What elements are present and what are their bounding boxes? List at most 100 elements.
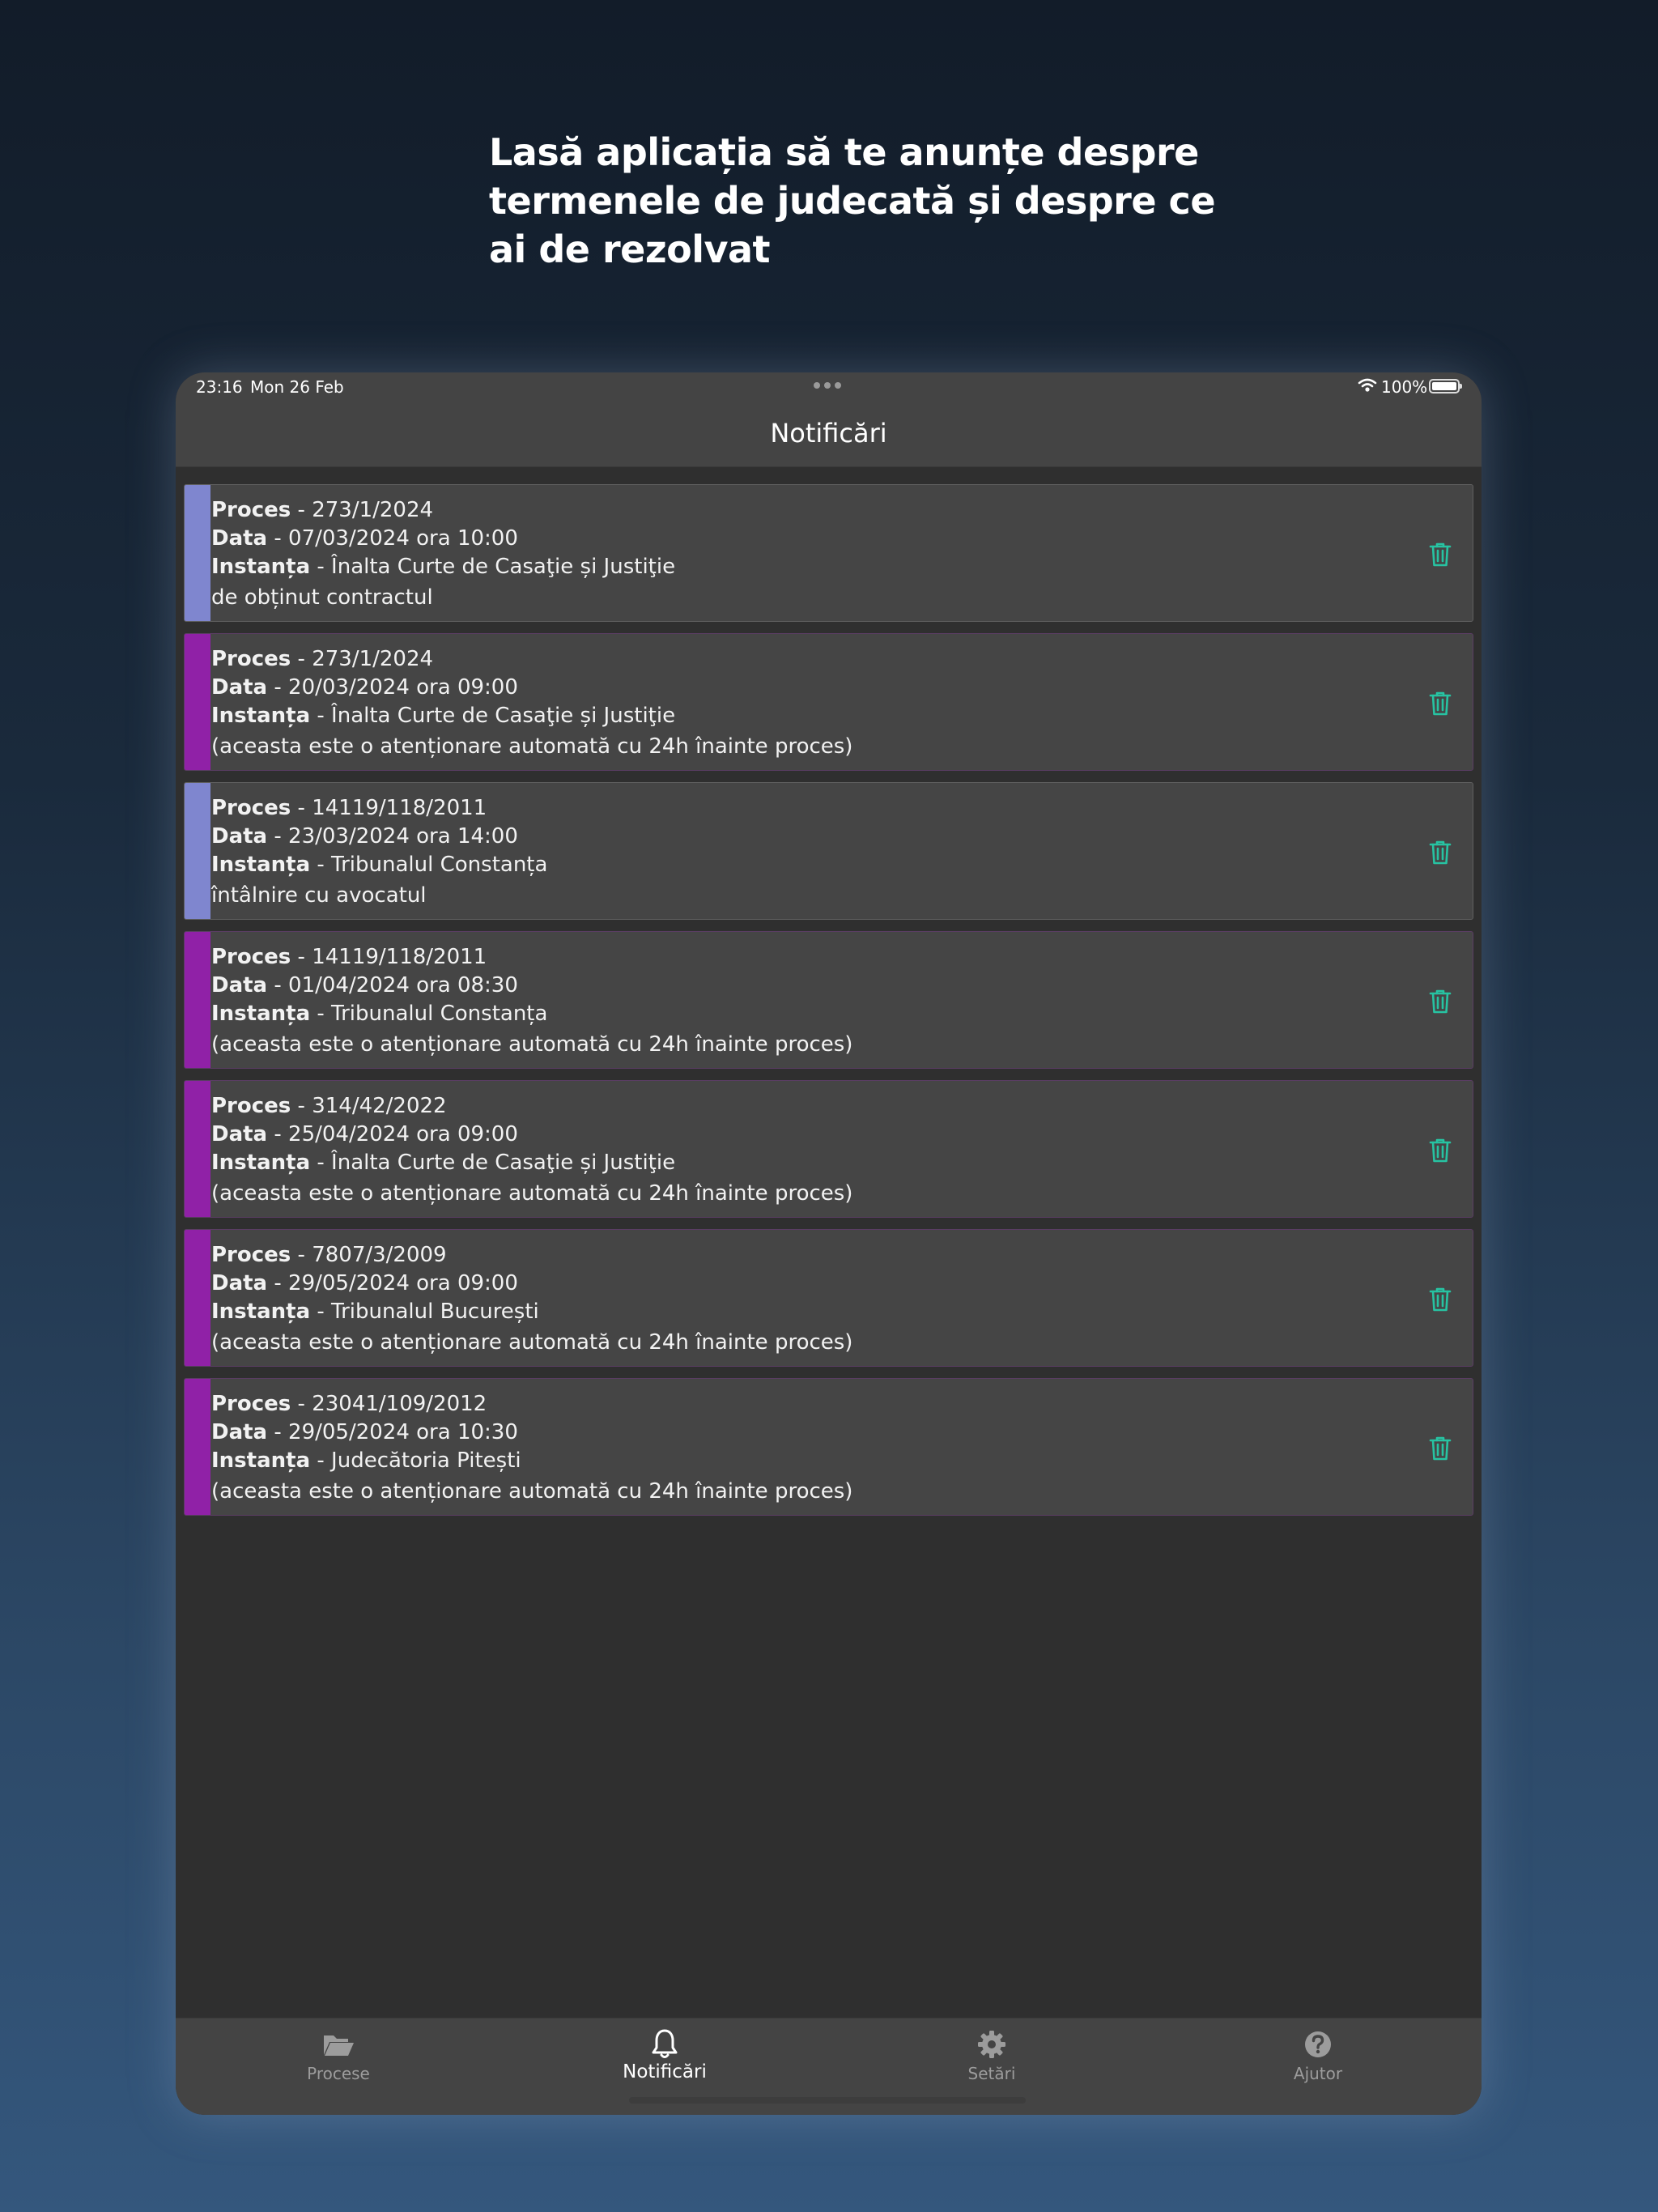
trash-icon[interactable] <box>1429 1436 1452 1461</box>
tab-label: Notificări <box>623 2061 707 2082</box>
notification-list: Proces - 273/1/2024 Data - 07/03/2024 or… <box>184 484 1473 1527</box>
court-name: Înalta Curte de Casaţie și Justiţie <box>331 1151 676 1175</box>
proces-line: Proces - 273/1/2024 <box>211 498 434 522</box>
trash-icon[interactable] <box>1429 1287 1452 1312</box>
notification-type-stripe <box>185 1081 210 1217</box>
proces-number: 314/42/2022 <box>312 1094 447 1118</box>
notification-note: (aceasta este o atenționare automată cu … <box>211 1181 853 1206</box>
data-label: Data <box>211 824 268 849</box>
notification-details: Proces - 273/1/2024 Data - 07/03/2024 or… <box>211 496 675 612</box>
data-label: Data <box>211 526 268 551</box>
bell-icon <box>652 2029 678 2058</box>
folder-icon <box>324 2035 354 2056</box>
proces-label: Proces <box>211 945 291 969</box>
notification-card[interactable]: Proces - 273/1/2024 Data - 20/03/2024 or… <box>184 633 1473 771</box>
proces-line: Proces - 14119/118/2011 <box>211 796 487 820</box>
data-line: Data - 20/03/2024 ora 09:00 <box>211 675 518 700</box>
notification-card[interactable]: Proces - 23041/109/2012 Data - 29/05/202… <box>184 1378 1473 1516</box>
notification-note: (aceasta este o atenționare automată cu … <box>211 1330 853 1355</box>
proces-number: 7807/3/2009 <box>312 1243 447 1267</box>
page-title: Notificări <box>770 418 887 449</box>
instanta-line: Instanța - Înalta Curte de Casaţie și Ju… <box>211 1151 676 1175</box>
headline-line: termenele de judecată și despre ce <box>489 179 1216 223</box>
hearing-date: 20/03/2024 ora 09:00 <box>288 675 518 700</box>
proces-line: Proces - 14119/118/2011 <box>211 945 487 969</box>
notification-type-stripe <box>185 1379 210 1515</box>
notification-type-stripe <box>185 634 210 770</box>
proces-label: Proces <box>211 1243 291 1267</box>
instanta-line: Instanța - Înalta Curte de Casaţie și Ju… <box>211 704 676 728</box>
instanta-label: Instanța <box>211 704 311 728</box>
tab-notificari[interactable]: Notificări <box>584 2018 746 2108</box>
instanta-label: Instanța <box>211 1300 311 1324</box>
tab-ajutor[interactable]: Ajutor <box>1237 2018 1399 2108</box>
battery-icon <box>1429 379 1462 393</box>
instanta-label: Instanța <box>211 1002 311 1026</box>
hearing-date: 07/03/2024 ora 10:00 <box>288 526 518 551</box>
notification-card[interactable]: Proces - 14119/118/2011 Data - 23/03/202… <box>184 782 1473 920</box>
trash-icon[interactable] <box>1429 989 1452 1015</box>
court-name: Înalta Curte de Casaţie și Justiţie <box>331 704 676 728</box>
proces-number: 23041/109/2012 <box>312 1392 487 1416</box>
notification-card[interactable]: Proces - 14119/118/2011 Data - 01/04/202… <box>184 931 1473 1069</box>
multitasking-dots-icon[interactable] <box>814 382 841 389</box>
instanta-label: Instanța <box>211 1448 311 1473</box>
headline-line: Lasă aplicația să te anunțe despre <box>489 130 1199 174</box>
proces-line: Proces - 23041/109/2012 <box>211 1392 487 1416</box>
instanta-label: Instanța <box>211 555 311 579</box>
data-line: Data - 29/05/2024 ora 09:00 <box>211 1271 518 1295</box>
data-label: Data <box>211 1271 268 1295</box>
data-line: Data - 07/03/2024 ora 10:00 <box>211 526 518 551</box>
proces-number: 273/1/2024 <box>312 647 434 671</box>
proces-label: Proces <box>211 1094 291 1118</box>
notification-details: Proces - 7807/3/2009 Data - 29/05/2024 o… <box>211 1241 852 1357</box>
court-name: Tribunalul Constanța <box>331 853 548 877</box>
court-name: Înalta Curte de Casaţie și Justiţie <box>331 555 676 579</box>
proces-line: Proces - 314/42/2022 <box>211 1094 447 1118</box>
proces-line: Proces - 7807/3/2009 <box>211 1243 447 1267</box>
hearing-date: 01/04/2024 ora 08:30 <box>288 973 518 998</box>
notification-details: Proces - 273/1/2024 Data - 20/03/2024 or… <box>211 645 852 761</box>
notification-details: Proces - 14119/118/2011 Data - 23/03/202… <box>211 794 547 910</box>
data-line: Data - 29/05/2024 ora 10:30 <box>211 1420 518 1444</box>
tab-procese[interactable]: Procese <box>257 2018 419 2108</box>
notification-type-stripe <box>185 783 210 919</box>
trash-icon[interactable] <box>1429 691 1452 717</box>
proces-label: Proces <box>211 498 291 522</box>
instanta-line: Instanța - Tribunalul București <box>211 1300 539 1324</box>
tab-setari[interactable]: Setări <box>911 2018 1073 2108</box>
notification-card[interactable]: Proces - 7807/3/2009 Data - 29/05/2024 o… <box>184 1229 1473 1367</box>
instanta-line: Instanța - Înalta Curte de Casaţie și Ju… <box>211 555 676 579</box>
battery-percent: 100% <box>1381 377 1428 397</box>
instanta-label: Instanța <box>211 853 311 877</box>
hearing-date: 25/04/2024 ora 09:00 <box>288 1122 518 1146</box>
tab-label: Procese <box>307 2064 370 2083</box>
home-indicator <box>629 2097 1026 2104</box>
tablet-screen: 23:16 Mon 26 Feb 100% Notificări Proces … <box>176 372 1482 2115</box>
instanta-label: Instanța <box>211 1151 311 1175</box>
proces-label: Proces <box>211 796 291 820</box>
trash-icon[interactable] <box>1429 542 1452 568</box>
data-line: Data - 23/03/2024 ora 14:00 <box>211 824 518 849</box>
proces-label: Proces <box>211 1392 291 1416</box>
data-label: Data <box>211 675 268 700</box>
status-time: 23:16 <box>196 377 243 397</box>
proces-number: 273/1/2024 <box>312 498 434 522</box>
data-label: Data <box>211 1420 268 1444</box>
court-name: Judecătoria Pitești <box>331 1448 521 1473</box>
court-name: Tribunalul Constanța <box>331 1002 548 1026</box>
data-line: Data - 25/04/2024 ora 09:00 <box>211 1122 518 1146</box>
notification-card[interactable]: Proces - 273/1/2024 Data - 07/03/2024 or… <box>184 484 1473 622</box>
data-label: Data <box>211 973 268 998</box>
notification-note: (aceasta este o atenționare automată cu … <box>211 1032 853 1057</box>
proces-number: 14119/118/2011 <box>312 796 487 820</box>
headline-line: ai de rezolvat <box>489 228 771 271</box>
trash-icon[interactable] <box>1429 1138 1452 1163</box>
notification-card[interactable]: Proces - 314/42/2022 Data - 25/04/2024 o… <box>184 1080 1473 1218</box>
notification-note: întâlnire cu avocatul <box>211 883 427 908</box>
data-label: Data <box>211 1122 268 1146</box>
instanta-line: Instanța - Tribunalul Constanța <box>211 853 548 877</box>
notification-details: Proces - 23041/109/2012 Data - 29/05/202… <box>211 1390 852 1506</box>
notification-details: Proces - 314/42/2022 Data - 25/04/2024 o… <box>211 1092 852 1208</box>
trash-icon[interactable] <box>1429 840 1452 866</box>
